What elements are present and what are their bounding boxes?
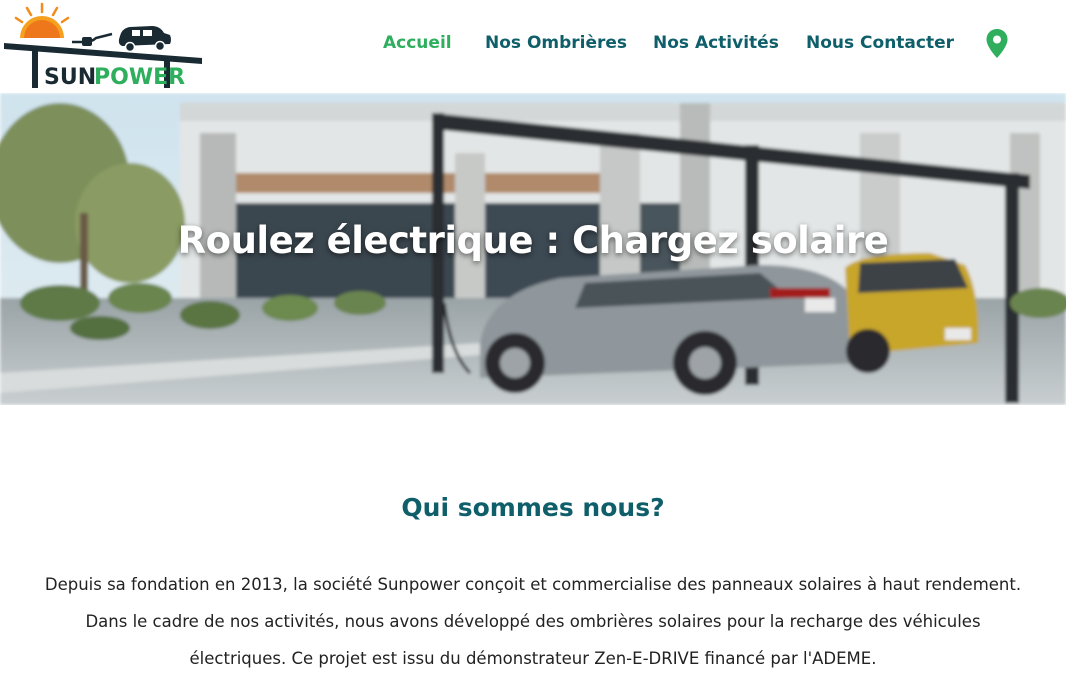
about-section-text: Depuis sa fondation en 2013, la société … [44, 575, 1022, 668]
map-pin-icon[interactable] [985, 28, 1009, 60]
nav-nos-activites[interactable]: Nos Activités [653, 33, 779, 53]
hero-title: Roulez électrique : Chargez solaire [177, 219, 889, 262]
svg-text:POWER: POWER [94, 65, 185, 90]
site-header: SUN POWER Accueil Nos Ombrières Nos Acti… [0, 0, 1066, 93]
main-nav: Accueil Nos Ombrières Nos Activités Nous… [0, 33, 1066, 59]
nav-nos-ombrieres[interactable]: Nos Ombrières [485, 33, 627, 53]
about-section-title: Qui sommes nous? [401, 493, 665, 522]
nav-nous-contacter[interactable]: Nous Contacter [806, 33, 954, 53]
nav-accueil[interactable]: Accueil [383, 33, 452, 53]
svg-text:SUN: SUN [44, 65, 96, 90]
hero-banner: Roulez électrique : Chargez solaire [0, 93, 1066, 405]
